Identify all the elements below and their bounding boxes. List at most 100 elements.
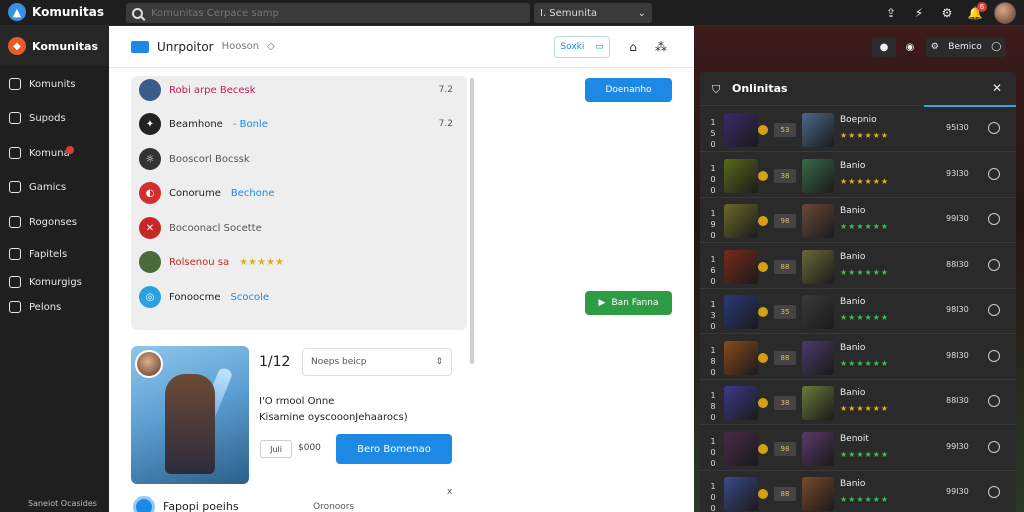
search-input[interactable]	[151, 7, 521, 19]
main-content: Unrpoitor Hooson ◇ Soxki ▭ ⌂ ⁂ Robi arpe…	[109, 26, 694, 512]
sidebar-item-label: Gamics	[29, 181, 67, 193]
list-item[interactable]: ◐ Conorume Bechone	[139, 180, 459, 206]
table-row[interactable]: 1 0 0 98 Benoit ★★★★★★ 99I30	[700, 426, 1016, 471]
sidebar-header[interactable]: ◆ Komunitas	[0, 26, 109, 66]
hero-thumbnail	[724, 204, 758, 238]
table-row[interactable]: 1 5 0 53 Boepnio ★★★★★★ 95I30	[700, 107, 1016, 152]
coin-icon	[758, 443, 768, 454]
sidebar-item-fapitels[interactable]: Fapitels	[0, 244, 109, 264]
chat-name: Beamhone	[169, 118, 223, 130]
row-chip: 38	[774, 168, 796, 183]
sidebar-item-label: Supods	[29, 112, 66, 124]
sidebar-item-gamics[interactable]: Gamics	[0, 177, 109, 197]
bolt-icon[interactable]: ⚡	[910, 4, 928, 22]
hero-thumbnail	[724, 477, 758, 511]
table-row[interactable]: 1 8 0 88 Banio ★★★★★★ 98I30	[700, 335, 1016, 380]
avatar: ◐	[139, 182, 161, 204]
table-row[interactable]: 1 3 0 35 Banio ★★★★★★ 98I30	[700, 289, 1016, 334]
row-stars: ★★★★★★	[840, 495, 890, 504]
secondary-action-button[interactable]: ▶ Ban Fanna	[585, 291, 672, 315]
sidebar-item-komurgigs[interactable]: Komurgigs	[0, 272, 109, 292]
row-score: 99I30	[946, 441, 969, 451]
row-action-icon[interactable]	[988, 349, 1000, 362]
channel-icon	[131, 40, 149, 53]
coin-icon	[758, 125, 768, 135]
bottom-item-stat: Oronoors	[313, 502, 355, 512]
row-action-icon[interactable]	[988, 213, 1000, 225]
bottom-item-name[interactable]: Fapopi poeihs	[163, 500, 239, 512]
list-item[interactable]: ✕ Bocoonacl Socette	[139, 215, 459, 241]
file-icon	[9, 248, 21, 260]
primary-action-label: Doenanho	[605, 85, 652, 95]
row-action-icon[interactable]	[988, 486, 1000, 498]
gear-icon[interactable]: ⚙	[938, 4, 956, 22]
row-action-icon[interactable]	[988, 395, 1000, 407]
close-icon[interactable]: x	[447, 487, 452, 497]
list-item[interactable]: ◎ Fonoocme Scocole	[139, 284, 459, 310]
chat-name: Conorume	[169, 187, 221, 199]
chat-scrollbar[interactable]	[470, 78, 474, 364]
list-item[interactable]: Robi arpe Becesk 7.2	[139, 77, 459, 103]
avatar	[139, 251, 161, 273]
row-action-icon[interactable]	[988, 304, 1000, 316]
hero-thumbnail	[724, 295, 758, 329]
row-action-icon[interactable]	[988, 122, 1000, 134]
row-score: 99I30	[946, 214, 969, 223]
row-score: 98I30	[946, 350, 969, 360]
sidebar-item-supods[interactable]: Supods	[0, 108, 109, 128]
sidebar-item-komuna[interactable]: Komuna	[0, 143, 109, 163]
row-chip: 88	[774, 259, 796, 274]
sidebar-footer[interactable]: Saneiot Ocasides	[28, 499, 97, 508]
chat-icon	[9, 147, 21, 159]
row-stars: ★★★★★★	[840, 358, 890, 368]
hero-select[interactable]: Noeps beicp ⇕	[302, 348, 452, 376]
row-action-icon[interactable]	[988, 440, 1000, 453]
table-row[interactable]: 1 8 0 38 Banio ★★★★★★ 88I30	[700, 380, 1016, 425]
list-item[interactable]: ✦ Beamhone - Bonle 7.2	[139, 111, 459, 137]
primary-action-button[interactable]: Doenanho	[585, 78, 672, 102]
pin-icon[interactable]: ◇	[267, 41, 275, 52]
right-toolbar-button[interactable]: ⚙ Bemico ◯	[926, 37, 1006, 57]
table-row[interactable]: 1 6 0 88 Banio ★★★★★★ 88I30	[700, 244, 1016, 289]
profile-button[interactable]: ●	[872, 37, 896, 57]
user-avatar[interactable]	[994, 2, 1016, 24]
apps-icon[interactable]: ⁂	[653, 39, 669, 55]
box-icon	[9, 216, 21, 228]
bell-icon[interactable]: 🔔 6	[966, 2, 987, 22]
row-score: 93I30	[946, 168, 969, 178]
header-pill-button[interactable]: Soxki ▭	[554, 36, 610, 58]
row-score: 88I30	[946, 259, 969, 269]
row-rank: 100	[710, 163, 716, 195]
list-item[interactable]: Rolsenou sa ★★★★★	[139, 249, 459, 275]
sidebar-item-label: Pelons	[29, 301, 62, 313]
sidebar-item-pelons[interactable]: Pelons	[0, 297, 109, 317]
row-action-icon[interactable]	[988, 167, 1000, 180]
share-icon[interactable]: ⌂	[625, 39, 641, 55]
search-bar[interactable]	[126, 3, 530, 23]
list-item[interactable]: ☼ Booscorl Bocssk	[139, 146, 459, 172]
row-score: 99I30	[946, 487, 969, 496]
hero-thumbnail	[802, 295, 834, 329]
row-chip: 98	[774, 214, 796, 228]
sidebar-item-komunits[interactable]: Komunits	[0, 74, 109, 94]
sort-icon: ⇕	[435, 357, 443, 367]
row-rank: 190	[710, 209, 716, 240]
buy-button[interactable]: Bero Bomenao	[336, 434, 452, 464]
table-row[interactable]: 1 0 0 88 Banio ★★★★★★ 99I30	[700, 471, 1016, 512]
chevron-down-icon: ⌄	[637, 7, 646, 19]
avatar: ◎	[139, 286, 161, 308]
table-row[interactable]: 1 0 0 38 Banio ★★★★★★ 93I30	[700, 153, 1016, 198]
close-icon[interactable]: ✕	[992, 81, 1002, 95]
buy-button-label: Bero Bomenao	[357, 443, 431, 455]
sidebar-item-rogonses[interactable]: Rogonses	[0, 212, 109, 232]
app-logo[interactable]: ▲ Komunitas	[8, 3, 104, 21]
table-row[interactable]: 1 9 0 98 Banio ★★★★★★ 99I30	[700, 198, 1016, 243]
row-action-icon[interactable]	[988, 258, 1000, 271]
coin-icon	[758, 398, 768, 408]
upload-icon[interactable]: ⇪	[882, 4, 900, 22]
play-icon: ▶	[598, 298, 606, 308]
toggle-icon[interactable]: ◉	[900, 37, 920, 57]
community-select[interactable]: I. Semunita ⌄	[534, 3, 652, 23]
hero-card-image[interactable]	[131, 346, 249, 484]
hero-thumbnail	[724, 249, 758, 284]
